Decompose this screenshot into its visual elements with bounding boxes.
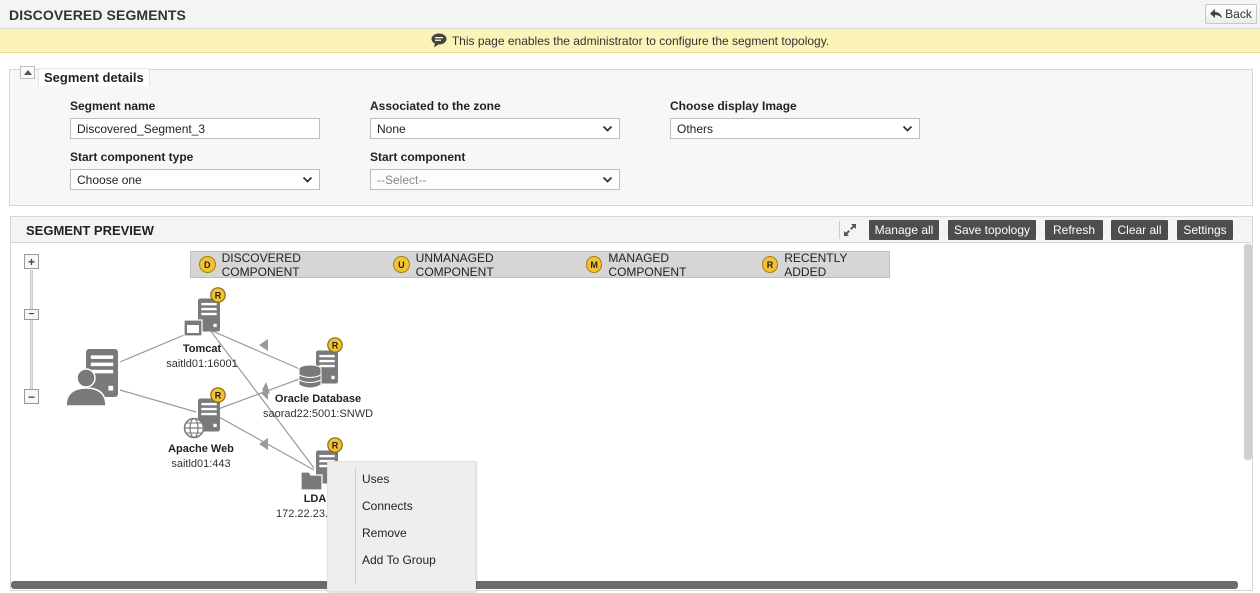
- node-context-menu: Uses Connects Remove Add To Group: [327, 461, 476, 592]
- manage-all-button[interactable]: Manage all: [869, 220, 939, 240]
- tomcat-name: Tomcat: [182, 343, 222, 355]
- segment-name-value: Discovered_Segment_3: [77, 121, 206, 136]
- ldap-name: LDA: [303, 493, 327, 505]
- title-bar: DISCOVERED SEGMENTS Back: [0, 0, 1260, 29]
- horizontal-scrollbar[interactable]: [11, 581, 1238, 589]
- segment-details-title: Segment details: [38, 68, 150, 86]
- legend-managed: M MANAGED COMPONENT: [585, 250, 747, 279]
- ldap-address: 172.22.23.: [276, 508, 328, 520]
- chevron-down-icon: [902, 125, 913, 132]
- collapse-button[interactable]: [20, 66, 35, 79]
- chevron-down-icon: [602, 125, 613, 132]
- back-button[interactable]: Back: [1205, 4, 1257, 24]
- settings-button[interactable]: Settings: [1177, 220, 1233, 240]
- legend-discovered: D DISCOVERED COMPONENT: [199, 251, 378, 279]
- preview-toolbar: SEGMENT PREVIEW Manage all Save topology…: [10, 216, 1253, 243]
- zoom-track[interactable]: [30, 270, 33, 390]
- zoom-out-button[interactable]: −: [24, 389, 39, 404]
- menu-item-uses[interactable]: Uses: [362, 472, 389, 486]
- apache-web-node[interactable]: [183, 387, 226, 439]
- apache-address: saitld01:443: [171, 458, 231, 470]
- page-title: DISCOVERED SEGMENTS: [9, 7, 186, 23]
- vertical-scrollbar[interactable]: [1244, 244, 1252, 460]
- start-component-value: --Select--: [377, 172, 427, 187]
- expand-icon[interactable]: [839, 221, 859, 239]
- menu-item-add-to-group[interactable]: Add To Group: [362, 553, 436, 567]
- legend-label: MANAGED COMPONENT: [608, 250, 687, 279]
- menu-item-connects[interactable]: Connects: [362, 499, 413, 513]
- discovered-badge-icon: D: [199, 256, 216, 273]
- display-image-select[interactable]: Others: [670, 118, 920, 139]
- chevron-up-icon: [23, 70, 32, 75]
- clear-all-button[interactable]: Clear all: [1111, 220, 1168, 240]
- chevron-down-icon: [302, 176, 313, 183]
- zoom-thumb-mark: −: [28, 308, 35, 320]
- preview-title: SEGMENT PREVIEW: [26, 223, 154, 238]
- legend-label: UNMANAGED COMPONENT: [415, 250, 494, 279]
- client-node[interactable]: [65, 349, 118, 407]
- unmanaged-badge-icon: U: [393, 256, 410, 273]
- back-arrow-icon: [1210, 9, 1223, 19]
- start-component-select[interactable]: --Select--: [370, 169, 620, 190]
- segment-name-input[interactable]: Discovered_Segment_3: [70, 118, 320, 139]
- zone-select[interactable]: None: [370, 118, 620, 139]
- chevron-down-icon: [602, 176, 613, 183]
- segment-name-label: Segment name: [70, 99, 156, 113]
- managed-badge-icon: M: [585, 256, 603, 273]
- banner-text: This page enables the administrator to c…: [451, 33, 830, 48]
- zoom-slider[interactable]: + − −: [24, 254, 39, 406]
- save-topology-button[interactable]: Save topology: [948, 220, 1036, 240]
- speech-bubble-icon: [431, 33, 447, 48]
- oracle-name: Oracle Database: [274, 393, 362, 405]
- topology-canvas[interactable]: R: [11, 244, 1243, 582]
- refresh-button[interactable]: Refresh: [1045, 220, 1103, 240]
- component-legend: D DISCOVERED COMPONENT U UNMANAGED COMPO…: [190, 250, 890, 279]
- menu-item-remove[interactable]: Remove: [362, 526, 407, 540]
- start-component-label: Start component: [370, 150, 466, 164]
- start-type-select[interactable]: Choose one: [70, 169, 320, 190]
- zone-label: Associated to the zone: [370, 99, 501, 113]
- start-type-label: Start component type: [70, 150, 194, 164]
- apache-name: Apache Web: [168, 443, 234, 455]
- fullscreen-arrows-icon: [843, 224, 856, 236]
- database-icon: [298, 364, 322, 389]
- legend-label: DISCOVERED COMPONENT: [221, 250, 301, 279]
- recently-added-badge-icon: R: [761, 256, 779, 273]
- info-banner: This page enables the administrator to c…: [0, 29, 1260, 53]
- zone-value: None: [377, 121, 406, 136]
- legend-recently-added: R RECENTLY ADDED: [761, 250, 889, 279]
- tomcat-node[interactable]: [183, 287, 226, 337]
- back-label: Back: [1225, 7, 1252, 21]
- globe-icon: [183, 417, 205, 439]
- display-image-label: Choose display Image: [670, 99, 797, 113]
- zoom-thumb[interactable]: −: [24, 309, 39, 320]
- zoom-in-button[interactable]: +: [24, 254, 39, 269]
- legend-unmanaged: U UNMANAGED COMPONENT: [393, 251, 571, 279]
- oracle-database-node[interactable]: [298, 337, 343, 389]
- start-type-value: Choose one: [77, 172, 142, 187]
- oracle-address: saorad22:5001:SNWD: [262, 408, 374, 420]
- display-image-value: Others: [677, 121, 714, 136]
- tomcat-address: saitld01:16001: [166, 358, 238, 370]
- legend-label: RECENTLY ADDED: [784, 250, 848, 279]
